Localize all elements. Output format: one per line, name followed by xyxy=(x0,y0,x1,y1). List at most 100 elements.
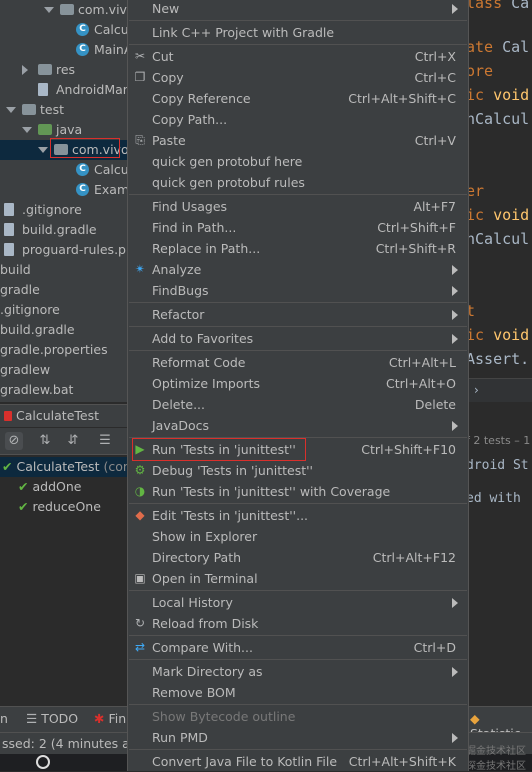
menu-item-refactor[interactable]: Refactor xyxy=(128,304,468,325)
code-keyword: ate xyxy=(466,38,503,56)
submenu-arrow-icon xyxy=(452,667,458,677)
menu-item-debug-tests-in-junittest[interactable]: ⚙ Debug 'Tests in 'junittest'' xyxy=(128,460,468,481)
menu-item-copy[interactable]: ❐ Copy Ctrl+C xyxy=(128,67,468,88)
sort-duration-icon[interactable]: ⇵ xyxy=(64,432,82,450)
menu-item-add-to-favorites[interactable]: Add to Favorites xyxy=(128,328,468,349)
find-tab[interactable]: ✱ Fin xyxy=(94,711,126,726)
test-name: reduceOne xyxy=(32,499,101,514)
menu-item-label: JavaDocs xyxy=(152,418,210,433)
find-label: Fin xyxy=(108,711,127,726)
menu-item-label: Find in Path... xyxy=(152,220,237,235)
chevron-down-icon[interactable] xyxy=(6,107,16,113)
menu-item-findbugs[interactable]: FindBugs xyxy=(128,280,468,301)
menu-item-find-in-path[interactable]: Find in Path... Ctrl+Shift+F xyxy=(128,217,468,238)
tree-item[interactable]: build.gradle xyxy=(0,220,130,240)
menu-item-directory-path[interactable]: Directory Path Ctrl+Alt+F12 xyxy=(128,547,468,568)
menu-item-shortcut: Ctrl+Shift+F10 xyxy=(361,442,456,457)
test-row[interactable]: ✔ addOne xyxy=(18,477,81,497)
menu-item-reload-from-disk[interactable]: ↻ Reload from Disk xyxy=(128,613,468,634)
menu-item-label: Link C++ Project with Gradle xyxy=(152,25,335,40)
stop-icon[interactable]: ⊘ xyxy=(5,432,23,450)
menu-item-show-in-explorer[interactable]: Show in Explorer xyxy=(128,526,468,547)
menu-item-run-tests-in-junittest-with-coverage[interactable]: ◑ Run 'Tests in 'junittest'' with Coverag… xyxy=(128,481,468,502)
tree-item[interactable]: C Examp xyxy=(0,180,130,200)
tree-item-label: .gitignore xyxy=(0,302,60,317)
tree-item[interactable]: java xyxy=(0,120,130,140)
menu-item-replace-in-path[interactable]: Replace in Path... Ctrl+Shift+R xyxy=(128,238,468,259)
menu-item-reformat-code[interactable]: Reformat Code Ctrl+Alt+L xyxy=(128,352,468,373)
menu-item-remove-bom[interactable]: Remove BOM xyxy=(128,682,468,703)
run-tab[interactable]: CalculateTest xyxy=(0,404,130,427)
tree-item[interactable]: gradle xyxy=(0,280,130,300)
menu-item-mark-directory-as[interactable]: Mark Directory as xyxy=(128,661,468,682)
menu-item-open-in-terminal[interactable]: ▣ Open in Terminal xyxy=(128,568,468,589)
chevron-down-icon[interactable] xyxy=(22,127,32,133)
menu-item-copy-path[interactable]: Copy Path... xyxy=(128,109,468,130)
code-editor[interactable]: › addOne lass Caate Caloreic voidnCalcul… xyxy=(466,0,532,402)
menu-item-label: Delete... xyxy=(152,397,205,412)
tree-item[interactable]: proguard-rules.pro xyxy=(0,240,130,260)
test-row[interactable]: ✔ reduceOne xyxy=(18,497,101,517)
tree-item[interactable]: gradle.properties xyxy=(0,340,130,360)
menu-item-quick-gen-protobuf-here[interactable]: quick gen protobuf here xyxy=(128,151,468,172)
menu-item-label: Add to Favorites xyxy=(152,331,254,346)
menu-item-shortcut: Ctrl+D xyxy=(413,640,456,655)
tree-item[interactable]: gradlew xyxy=(0,360,130,380)
class-icon: C xyxy=(76,23,89,36)
tree-item[interactable]: gradlew.bat xyxy=(0,380,130,400)
tree-item[interactable]: .gitignore xyxy=(0,300,130,320)
tree-item[interactable]: C MainA xyxy=(0,40,130,60)
chevron-right-icon[interactable] xyxy=(22,65,28,75)
menu-separator xyxy=(129,503,467,504)
menu-item-find-usages[interactable]: Find Usages Alt+F7 xyxy=(128,196,468,217)
highlight-box xyxy=(50,138,120,158)
sort-alpha-icon[interactable]: ⇅ xyxy=(36,432,54,450)
editor-breadcrumb[interactable]: › addOne xyxy=(466,378,532,402)
open-icon: ▣ xyxy=(134,571,146,585)
run-window-icon[interactable]: n xyxy=(0,711,8,727)
tree-item[interactable]: com.vivo. xyxy=(0,0,130,20)
folder-icon xyxy=(22,104,36,115)
tree-item[interactable]: AndroidMan xyxy=(0,80,130,100)
menu-item-copy-reference[interactable]: Copy Reference Ctrl+Alt+Shift+C xyxy=(128,88,468,109)
chevron-down-icon[interactable] xyxy=(44,7,54,13)
menu-item-convert-java-file-to-kotlin-file[interactable]: Convert Java File to Kotlin File Ctrl+Alt… xyxy=(128,751,468,771)
menu-item-label: Find Usages xyxy=(152,199,228,214)
menu-item-edit-tests-in-junittest[interactable]: ◆ Edit 'Tests in 'junittest''... xyxy=(128,505,468,526)
menu-item-javadocs[interactable]: JavaDocs xyxy=(128,415,468,436)
menu-item-compare-with[interactable]: ⇄ Compare With... Ctrl+D xyxy=(128,637,468,658)
search-icon[interactable] xyxy=(36,755,50,769)
menu-item-quick-gen-protobuf-rules[interactable]: quick gen protobuf rules xyxy=(128,172,468,193)
tree-item-label: proguard-rules.pro xyxy=(22,242,130,257)
tree-item-label: gradlew.bat xyxy=(0,382,74,397)
todo-tab[interactable]: ☰ TODO xyxy=(26,711,78,726)
menu-item-cut[interactable]: ✂ Cut Ctrl+X xyxy=(128,46,468,67)
run-tab-label: CalculateTest xyxy=(16,408,99,423)
menu-item-link-c-project-with-gradle[interactable]: Link C++ Project with Gradle xyxy=(128,22,468,43)
menu-item-delete[interactable]: Delete... Delete xyxy=(128,394,468,415)
tree-item[interactable]: C Calcul xyxy=(0,20,130,40)
menu-item-label: Remove BOM xyxy=(152,685,236,700)
tree-item-label: com.vivo. xyxy=(78,2,130,17)
menu-item-paste[interactable]: ⎘ Paste Ctrl+V xyxy=(128,130,468,151)
menu-item-local-history[interactable]: Local History xyxy=(128,592,468,613)
tree-item[interactable]: test xyxy=(0,100,130,120)
menu-item-label: Directory Path xyxy=(152,550,242,565)
menu-item-optimize-imports[interactable]: Optimize Imports Ctrl+Alt+O xyxy=(128,373,468,394)
tree-item[interactable]: .gitignore xyxy=(0,200,130,220)
tree-item-label: java xyxy=(56,122,83,137)
code-text: Ca xyxy=(511,0,530,12)
tree-item[interactable]: res xyxy=(0,60,130,80)
test-root-row[interactable]: ✔ CalculateTest (com xyxy=(0,457,135,477)
menu-item-new[interactable]: New xyxy=(128,0,468,19)
tree-item[interactable]: build.gradle xyxy=(0,320,130,340)
chevron-down-icon[interactable] xyxy=(38,147,48,153)
expand-all-icon[interactable]: ☰ xyxy=(96,432,114,450)
tree-item[interactable]: build xyxy=(0,260,130,280)
tree-item[interactable]: C Calcul xyxy=(0,160,130,180)
menu-item-run-pmd[interactable]: Run PMD xyxy=(128,727,468,748)
menu-item-analyze[interactable]: ✴ Analyze xyxy=(128,259,468,280)
menu-item-shortcut: Ctrl+Alt+Shift+C xyxy=(348,91,456,106)
code-text: void xyxy=(493,86,530,104)
code-keyword: ic xyxy=(466,86,494,104)
